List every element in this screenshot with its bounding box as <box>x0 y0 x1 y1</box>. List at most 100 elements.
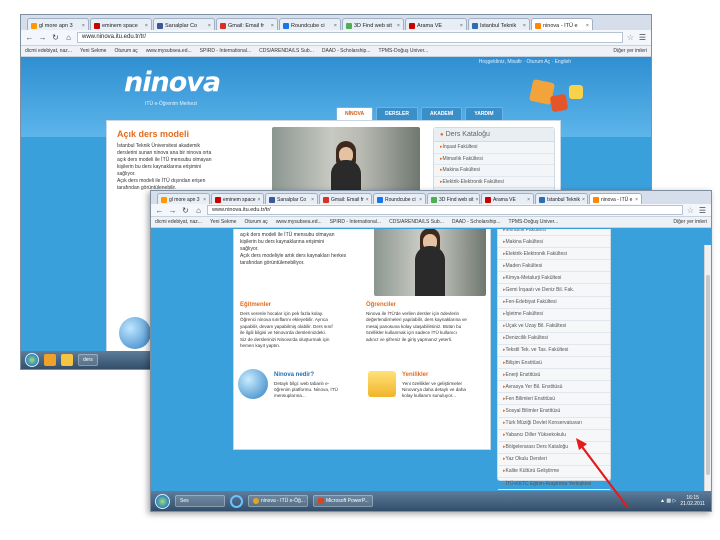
bookmark-item[interactable]: DAAD - Scholarship... <box>452 219 501 225</box>
bookmark-item[interactable]: SPIRD - International... <box>330 219 381 225</box>
bookmark-item[interactable]: Oturum aç <box>114 48 137 54</box>
top-links[interactable]: Hoşgeldiniz, Misafir · Oturum Aç · Engli… <box>479 59 571 65</box>
browser-tab[interactable]: Istanbul Teknik × <box>468 18 530 30</box>
nav-tab[interactable]: AKADEMİ <box>420 107 463 121</box>
home-icon[interactable]: ⌂ <box>64 33 73 42</box>
close-tab-icon[interactable]: × <box>258 197 261 203</box>
browser-tab[interactable]: 3D Find web sit × <box>427 193 480 204</box>
browser-tab[interactable]: gl more apn 3 × <box>27 18 89 30</box>
catalog-item[interactable]: Türk Müziği Devlet Konservatuvarı <box>498 418 610 430</box>
close-tab-icon[interactable]: × <box>527 197 530 203</box>
catalog-item[interactable]: Mimarlık Fakültesi <box>434 154 554 166</box>
browser-tab[interactable]: Gmail: Email fr × <box>216 18 278 30</box>
taskbar-item-chrome[interactable]: ninova - ITÜ e-Öğ... <box>248 495 308 507</box>
browser-tab[interactable]: Istanbul Teknik × <box>535 193 588 204</box>
card-ninova-title[interactable]: Ninova nedir? <box>274 372 314 378</box>
url-input[interactable]: www.ninova.itu.edu.tr/tr/ <box>77 32 623 43</box>
wrench-icon[interactable]: ☰ <box>698 206 707 215</box>
scrollbar-thumb[interactable] <box>706 275 710 475</box>
nav-tab[interactable]: NİNOVA <box>336 107 374 121</box>
taskbar-item-ses[interactable]: Ses <box>175 495 225 507</box>
catalog-item[interactable]: Yaz Okulu Dersleri <box>498 454 610 466</box>
close-tab-icon[interactable]: × <box>475 197 478 203</box>
browser-tab[interactable]: Roundcube ci × <box>373 193 426 204</box>
reload-icon[interactable]: ↻ <box>181 206 190 215</box>
bookmark-item[interactable]: Oturum aç <box>244 219 267 225</box>
close-tab-icon[interactable]: × <box>145 23 148 29</box>
close-tab-icon[interactable]: × <box>582 197 585 203</box>
catalog-item[interactable]: Fen-Edebiyat Fakültesi <box>498 297 610 309</box>
media-player-icon[interactable] <box>44 354 56 366</box>
catalog-item[interactable]: Bölgelerarası Ders Kataloğu <box>498 442 610 454</box>
close-tab-icon[interactable]: × <box>586 23 589 29</box>
back-arrow-icon[interactable]: ← <box>25 33 34 42</box>
other-bookmarks[interactable]: Diğer yer imleri <box>673 219 707 225</box>
reload-icon[interactable]: ↻ <box>51 33 60 42</box>
nav-tab[interactable]: DERSLER <box>376 107 418 121</box>
catalog-item[interactable]: Sosyal Bilimler Enstitüsü <box>498 405 610 418</box>
catalog-item[interactable]: Yabancı Diller Yüksekokulu <box>498 430 610 442</box>
bookmark-item[interactable]: dicmi edebiyat, naz... <box>25 48 72 54</box>
bookmark-item[interactable]: CDS/ARENDA/LS Sub... <box>389 219 444 225</box>
browser-tab[interactable]: Arama VE × <box>481 193 534 204</box>
star-icon[interactable]: ☆ <box>687 206 694 215</box>
catalog-item[interactable]: Kimya-Metalurji Fakültesi <box>498 272 610 285</box>
catalog-item[interactable]: İşletme Fakültesi <box>498 309 610 321</box>
catalog-item[interactable]: Elektrik-Elektronik Fakültesi <box>498 248 610 261</box>
close-tab-icon[interactable]: × <box>460 23 463 29</box>
browser-tab[interactable]: eminem space × <box>211 193 264 204</box>
catalog-item[interactable]: İTÜ-KKTC Eğitim-Araştırma Yerleşkesi <box>498 478 610 491</box>
forward-arrow-icon[interactable]: → <box>168 206 177 215</box>
tray-icons[interactable]: ▲ ▩ ▷ <box>660 498 676 504</box>
bookmark-item[interactable]: DAAD - Scholarship... <box>322 48 371 54</box>
close-tab-icon[interactable]: × <box>366 197 369 203</box>
browser-tab[interactable]: ninova - ITÜ e × <box>531 18 593 30</box>
close-tab-icon[interactable]: × <box>397 23 400 29</box>
clock[interactable]: 16:15 21.02.2011 <box>680 495 705 507</box>
catalog-item[interactable]: Avrasya Yer Bil. Enstitüsü <box>498 381 610 394</box>
browser-tab[interactable]: eminem space × <box>90 18 152 30</box>
url-input[interactable]: www.ninova.itu.edu.tr/tr/ <box>207 205 683 215</box>
catalog-item[interactable]: Gemi İnşaatı ve Deniz Bil. Fak. <box>498 284 610 297</box>
browser-tab[interactable]: Sarıalplar Co × <box>153 18 215 30</box>
browser-tab[interactable]: gl more apn 3 × <box>157 193 210 204</box>
catalog-item[interactable]: Makina Fakültesi <box>434 165 554 177</box>
back-arrow-icon[interactable]: ← <box>155 206 164 215</box>
star-icon[interactable]: ☆ <box>627 33 634 42</box>
wrench-icon[interactable]: ☰ <box>638 33 647 42</box>
bookmark-item[interactable]: dicmi edebiyat, naz... <box>155 219 202 225</box>
browser-tab[interactable]: Arama VE × <box>405 18 467 30</box>
close-tab-icon[interactable]: × <box>635 197 638 203</box>
bookmark-item[interactable]: CDS/ARENDA/LS Sub... <box>259 48 314 54</box>
scrollbar[interactable] <box>704 245 711 493</box>
bookmark-item[interactable]: TPMS-Doğuş Univer... <box>378 48 428 54</box>
home-icon[interactable]: ⌂ <box>194 206 203 215</box>
close-tab-icon[interactable]: × <box>208 23 211 29</box>
bookmark-item[interactable]: www.mysubsea.ed... <box>276 219 322 225</box>
catalog-item[interactable]: Mimarlık Fakültesi <box>498 229 610 237</box>
close-tab-icon[interactable]: × <box>419 197 422 203</box>
browser-tab[interactable]: Roundcube ci × <box>279 18 341 30</box>
browser-tab[interactable]: 3D Find web sit × <box>342 18 404 30</box>
start-button[interactable] <box>155 493 170 509</box>
catalog-item[interactable]: Denizcilik Fakültesi <box>498 333 610 345</box>
catalog-item[interactable]: Kalite Kültürü Geliştirme <box>498 466 610 478</box>
ie-icon[interactable] <box>230 494 243 508</box>
bookmark-item[interactable]: Yeni Sekme <box>80 48 107 54</box>
other-bookmarks[interactable]: Diğer yer imleri <box>613 48 647 54</box>
close-tab-icon[interactable]: × <box>82 23 85 29</box>
folder-icon[interactable] <box>61 354 73 366</box>
taskbar-item-powerpoint[interactable]: Microsoft PowerP... <box>313 495 373 507</box>
card-news-title[interactable]: Yenilikler <box>402 372 428 378</box>
catalog-item[interactable]: Enerji Enstitüsü <box>498 369 610 382</box>
close-tab-icon[interactable]: × <box>271 23 274 29</box>
catalog-item[interactable]: Elektrik-Elektronik Fakültesi <box>434 177 554 189</box>
browser-tab[interactable]: Gmail: Email fr × <box>319 193 372 204</box>
bookmark-item[interactable]: SPIRD - International... <box>200 48 251 54</box>
catalog-item[interactable]: Fen Bilimleri Enstitüsü <box>498 393 610 406</box>
catalog-item[interactable]: Tekstil Tek. ve Tas. Fakültesi <box>498 345 610 358</box>
browser-tab[interactable]: ninova - ITÜ e × <box>589 193 642 204</box>
close-tab-icon[interactable]: × <box>523 23 526 29</box>
catalog-item[interactable]: Uçak ve Uzay Bil. Fakültesi <box>498 321 610 333</box>
bookmark-item[interactable]: www.mysubsea.ed... <box>146 48 192 54</box>
